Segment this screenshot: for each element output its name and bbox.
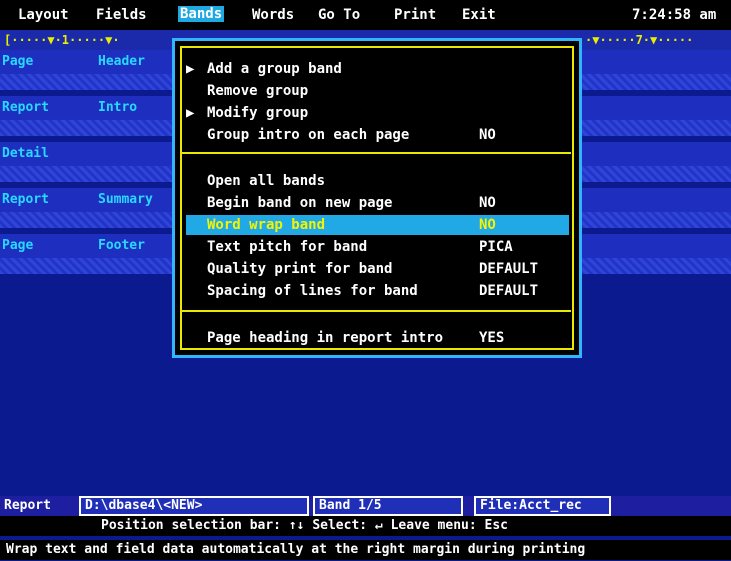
menu-row-label: Quality print for band (207, 261, 393, 277)
menu-fields[interactable]: Fields (96, 7, 147, 23)
band-name: Page (2, 238, 34, 253)
ruler-left: [·····▼·1·····▼· (4, 33, 120, 47)
submenu-arrow-icon: ▶ (186, 61, 195, 77)
menu-row-value: NO (479, 217, 496, 233)
submenu-arrow-icon: ▶ (186, 105, 195, 121)
band-title: Header (98, 54, 145, 69)
menu-separator (182, 310, 571, 312)
menu-row-label: Open all bands (207, 173, 326, 189)
band-name: Detail (2, 146, 49, 161)
menu-row-line-spacing[interactable]: Spacing of lines for band DEFAULT (186, 281, 569, 301)
menu-row-begin-band-new-page[interactable]: Begin band on new page NO (186, 193, 569, 213)
clock: 7:24:58 am (632, 7, 717, 23)
help-text: Wrap text and field data automatically a… (6, 542, 586, 557)
menu-words[interactable]: Words (252, 7, 294, 23)
ruler-right: ·▼·····7·▼····· (585, 33, 694, 47)
band-title: Summary (98, 192, 153, 207)
status-mode: Report (4, 498, 51, 513)
band-title: Intro (98, 100, 138, 115)
status-file: File:Acct_rec (474, 496, 611, 516)
menu-row-label: Modify group (207, 105, 309, 121)
menu-row-word-wrap-band[interactable]: Word wrap band NO (186, 215, 569, 235)
menu-row-add-group-band[interactable]: ▶ Add a group band (186, 59, 569, 79)
menu-row-group-intro-each-page[interactable]: Group intro on each page NO (186, 125, 569, 145)
menu-separator (182, 152, 571, 154)
menu-row-text-pitch[interactable]: Text pitch for band PICA (186, 237, 569, 257)
menu-go-to[interactable]: Go To (318, 7, 360, 23)
menu-row-remove-group[interactable]: Remove group (186, 81, 569, 101)
menu-row-value: NO (479, 127, 496, 143)
menu-layout[interactable]: Layout (18, 7, 69, 23)
status-bar: Report D:\dbase4\<NEW> Band 1/5 File:Acc… (0, 496, 731, 516)
band-name: Report (2, 100, 49, 115)
menu-row-value: YES (479, 330, 505, 346)
band-name: Page (2, 54, 34, 69)
navigation-help: Position selection bar: ↑↓ Select: ↵ Lea… (0, 516, 731, 536)
menu-row-value: NO (479, 195, 496, 211)
menu-row-label: Add a group band (207, 61, 342, 77)
menu-row-value: DEFAULT (479, 261, 539, 277)
dbase-screen: Layout Fields Bands Words Go To Print Ex… (0, 0, 731, 561)
band-title: Footer (98, 238, 145, 253)
menu-print[interactable]: Print (394, 7, 436, 23)
menu-row-quality-print[interactable]: Quality print for band DEFAULT (186, 259, 569, 279)
menu-row-label: Spacing of lines for band (207, 283, 418, 299)
status-band: Band 1/5 (313, 496, 463, 516)
menu-row-page-heading-report-intro[interactable]: Page heading in report intro YES (186, 328, 569, 348)
menu-bands[interactable]: Bands (178, 6, 225, 22)
menu-row-value: DEFAULT (479, 283, 539, 299)
menu-row-label: Remove group (207, 83, 309, 99)
menu-row-label: Begin band on new page (207, 195, 393, 211)
menu-row-label: Page heading in report intro (207, 330, 444, 346)
navigation-hint: Position selection bar: ↑↓ Select: ↵ Lea… (101, 518, 508, 533)
menu-bar: Layout Fields Bands Words Go To Print Ex… (0, 0, 731, 30)
menu-row-modify-group[interactable]: ▶ Modify group (186, 103, 569, 123)
band-name: Report (2, 192, 49, 207)
menu-row-label: Group intro on each page (207, 127, 410, 143)
help-line: Wrap text and field data automatically a… (0, 540, 731, 560)
menu-exit[interactable]: Exit (462, 7, 496, 23)
bands-dropdown-menu: ▶ Add a group band Remove group ▶ Modify… (172, 38, 582, 358)
status-path: D:\dbase4\<NEW> (79, 496, 309, 516)
menu-row-label: Word wrap band (207, 217, 326, 233)
menu-row-label: Text pitch for band (207, 239, 368, 255)
menu-row-open-all-bands[interactable]: Open all bands (186, 171, 569, 191)
menu-row-value: PICA (479, 239, 513, 255)
